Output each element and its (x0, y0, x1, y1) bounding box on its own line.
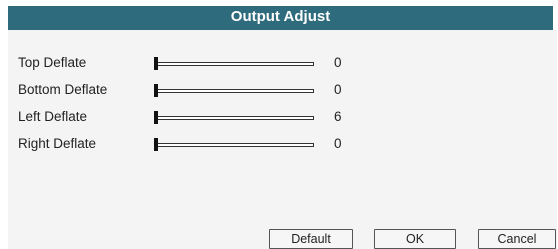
slider-track[interactable] (154, 143, 314, 147)
dialog-body: Top Deflate 0 Bottom Deflate 0 Left Defl… (8, 30, 557, 249)
bottom-deflate-value: 0 (334, 82, 342, 97)
right-deflate-value: 0 (334, 136, 342, 151)
top-deflate-slider[interactable] (154, 57, 314, 70)
left-deflate-value: 6 (334, 109, 342, 124)
slider-thumb[interactable] (154, 84, 158, 97)
slider-track[interactable] (154, 89, 314, 93)
dialog-title: Output Adjust (230, 8, 331, 25)
cancel-button[interactable]: Cancel (478, 229, 556, 249)
bottom-deflate-slider[interactable] (154, 84, 314, 97)
top-deflate-label: Top Deflate (18, 55, 87, 70)
slider-thumb[interactable] (154, 138, 158, 151)
left-deflate-slider[interactable] (154, 111, 314, 124)
left-deflate-label: Left Deflate (18, 109, 88, 124)
slider-track[interactable] (154, 62, 314, 66)
bottom-deflate-label: Bottom Deflate (18, 82, 108, 97)
ok-button[interactable]: OK (374, 229, 456, 249)
default-button[interactable]: Default (269, 229, 353, 249)
dialog-title-bar[interactable]: Output Adjust (8, 6, 553, 30)
top-deflate-value: 0 (334, 55, 342, 70)
slider-track[interactable] (154, 116, 314, 120)
right-deflate-slider[interactable] (154, 138, 314, 151)
right-deflate-label: Right Deflate (18, 136, 97, 151)
slider-thumb[interactable] (154, 111, 158, 124)
slider-thumb[interactable] (154, 57, 158, 70)
